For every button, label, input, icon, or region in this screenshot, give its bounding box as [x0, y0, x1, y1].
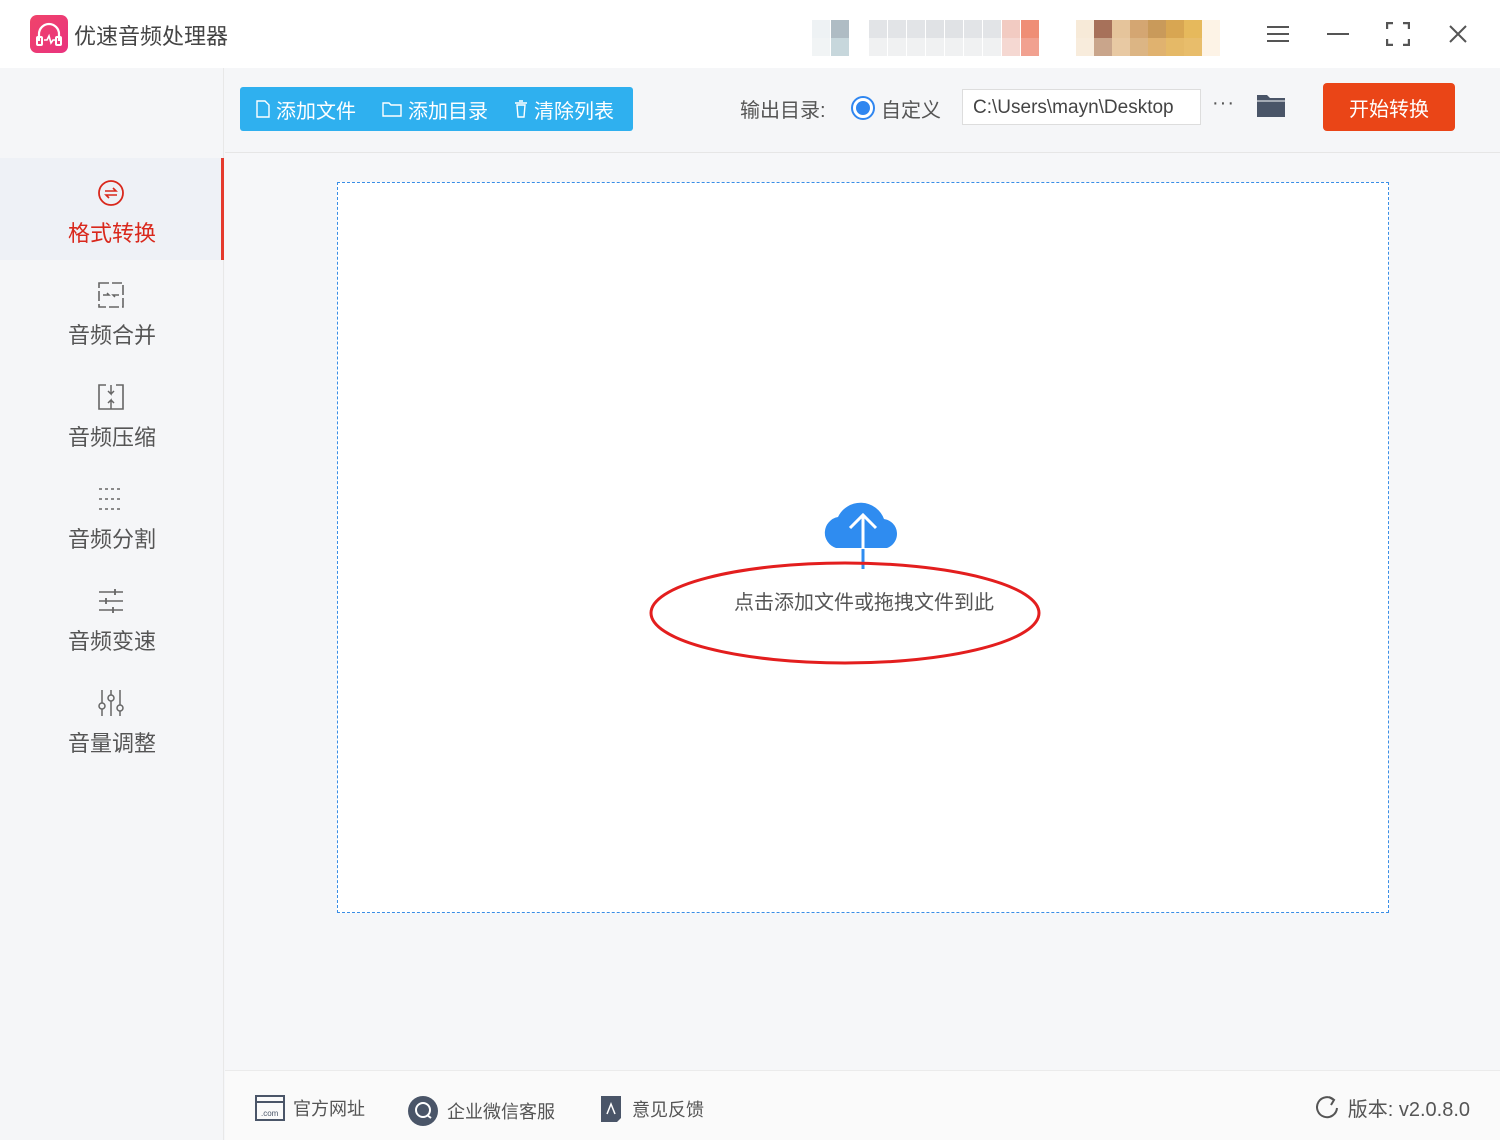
- maximize-icon[interactable]: [1380, 16, 1416, 52]
- output-path-input[interactable]: C:\Users\mayn\Desktop: [962, 89, 1201, 125]
- add-folder-button[interactable]: 添加目录: [382, 95, 488, 124]
- website-link[interactable]: .com 官方网址: [255, 1095, 365, 1121]
- clear-list-button[interactable]: 清除列表: [514, 95, 614, 124]
- footer: .com 官方网址 企业微信客服 意见反馈 版本: v2.0.8.0: [225, 1070, 1500, 1140]
- menu-icon[interactable]: [1260, 16, 1296, 52]
- output-dir-label: 输出目录:: [740, 94, 826, 123]
- sidebar-item-audio-split[interactable]: 音频分割: [0, 464, 224, 566]
- sidebar-item-label: 格式转换: [0, 216, 224, 248]
- file-toolbar: 添加文件 添加目录 清除列表: [240, 87, 633, 131]
- browse-more-button[interactable]: ···: [1212, 92, 1235, 115]
- file-icon: [256, 100, 270, 118]
- wechat-support-link[interactable]: 企业微信客服: [407, 1095, 555, 1127]
- sidebar-item-label: 音频合并: [0, 318, 224, 350]
- split-icon: [96, 484, 126, 514]
- wechat-support-label: 企业微信客服: [447, 1098, 555, 1124]
- minimize-icon[interactable]: [1320, 16, 1356, 52]
- app-title: 优速音频处理器: [74, 19, 228, 51]
- custom-dir-radio-label[interactable]: 自定义: [881, 94, 941, 123]
- add-file-button[interactable]: 添加文件: [256, 95, 356, 124]
- volume-icon: [96, 688, 126, 718]
- wechat-icon: [407, 1095, 439, 1127]
- sidebar: 格式转换 音频合并 音频压缩 音频分割 音频变速 音量调整: [0, 68, 224, 1140]
- close-icon[interactable]: [1440, 16, 1476, 52]
- add-folder-label: 添加目录: [408, 95, 488, 124]
- sidebar-item-label: 音频变速: [0, 624, 224, 656]
- open-folder-icon[interactable]: [1256, 92, 1286, 123]
- start-convert-button[interactable]: 开始转换: [1323, 83, 1455, 131]
- title-bar: 优速音频处理器: [0, 0, 1500, 68]
- convert-icon: [96, 178, 126, 208]
- clear-list-label: 清除列表: [534, 95, 614, 124]
- sidebar-item-audio-compress[interactable]: 音频压缩: [0, 362, 224, 464]
- svg-text:.com: .com: [261, 1109, 279, 1118]
- blurred-user-info: [812, 20, 1220, 56]
- sidebar-item-format-convert[interactable]: 格式转换: [0, 158, 224, 260]
- cloud-upload-icon: [818, 493, 908, 573]
- file-drop-zone[interactable]: 点击添加文件或拖拽文件到此: [337, 182, 1389, 913]
- drop-zone-hint: 点击添加文件或拖拽文件到此: [338, 586, 1390, 615]
- speed-icon: [96, 586, 126, 616]
- feedback-icon: [600, 1095, 624, 1123]
- feedback-link[interactable]: 意见反馈: [600, 1095, 704, 1123]
- app-logo-icon: [30, 15, 68, 53]
- sidebar-item-label: 音量调整: [0, 726, 224, 758]
- sidebar-item-label: 音频分割: [0, 522, 224, 554]
- sidebar-item-label: 音频压缩: [0, 420, 224, 452]
- add-file-label: 添加文件: [276, 95, 356, 124]
- sidebar-item-volume-adjust[interactable]: 音量调整: [0, 668, 224, 770]
- trash-icon: [514, 100, 528, 118]
- custom-dir-radio[interactable]: [851, 96, 875, 120]
- compress-icon: [96, 382, 126, 412]
- merge-icon: [96, 280, 126, 310]
- version-label: 版本: v2.0.8.0: [1348, 1093, 1470, 1122]
- folder-outline-icon: [382, 101, 402, 117]
- sidebar-item-audio-speed[interactable]: 音频变速: [0, 566, 224, 668]
- feedback-label: 意见反馈: [632, 1096, 704, 1122]
- version-info[interactable]: 版本: v2.0.8.0: [1316, 1093, 1470, 1122]
- sidebar-item-audio-merge[interactable]: 音频合并: [0, 260, 224, 362]
- refresh-icon: [1316, 1095, 1340, 1121]
- website-icon: .com: [255, 1095, 285, 1121]
- website-label: 官方网址: [293, 1095, 365, 1121]
